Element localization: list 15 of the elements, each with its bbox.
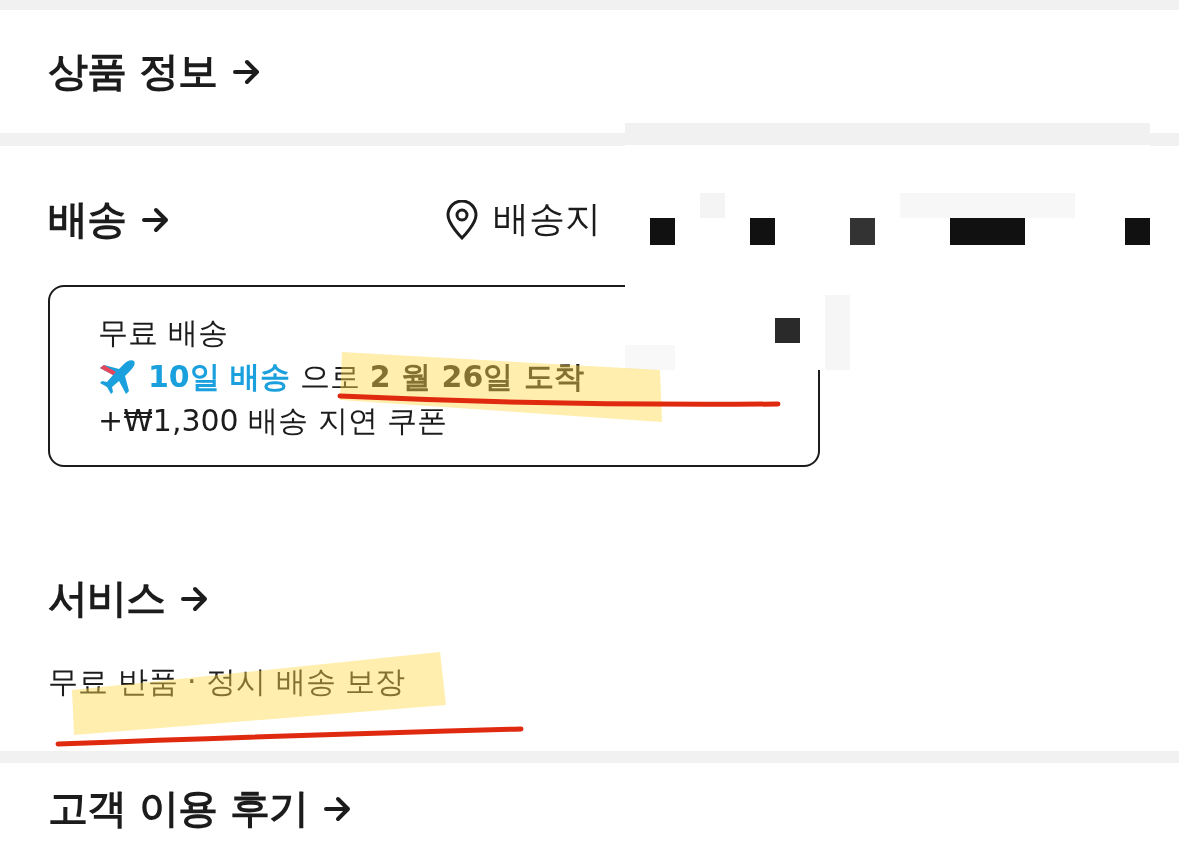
arrow-icon <box>181 585 209 612</box>
arrival-date: 으로 2 월 26일 도착 <box>300 358 584 396</box>
delivery-speed: 10일 배송 <box>148 358 291 396</box>
shipping-type: 무료 배송 <box>98 314 228 352</box>
arrow-icon <box>142 206 170 233</box>
arrow-icon <box>232 58 261 85</box>
section-title-link[interactable]: 상품 정보 <box>48 44 261 99</box>
destination-label: 배송지 <box>493 197 601 241</box>
section-title-link[interactable]: 서비스 <box>48 571 209 626</box>
airplane-icon <box>98 357 138 397</box>
coupon-text: +₩1,300 배송 지연 쿠폰 <box>98 402 448 440</box>
arrow-icon <box>323 795 352 822</box>
section-title-link[interactable]: 고객 이용 후기 <box>48 781 352 836</box>
section-title-link[interactable]: 배송 <box>48 192 170 247</box>
location-pin-icon <box>445 199 479 240</box>
